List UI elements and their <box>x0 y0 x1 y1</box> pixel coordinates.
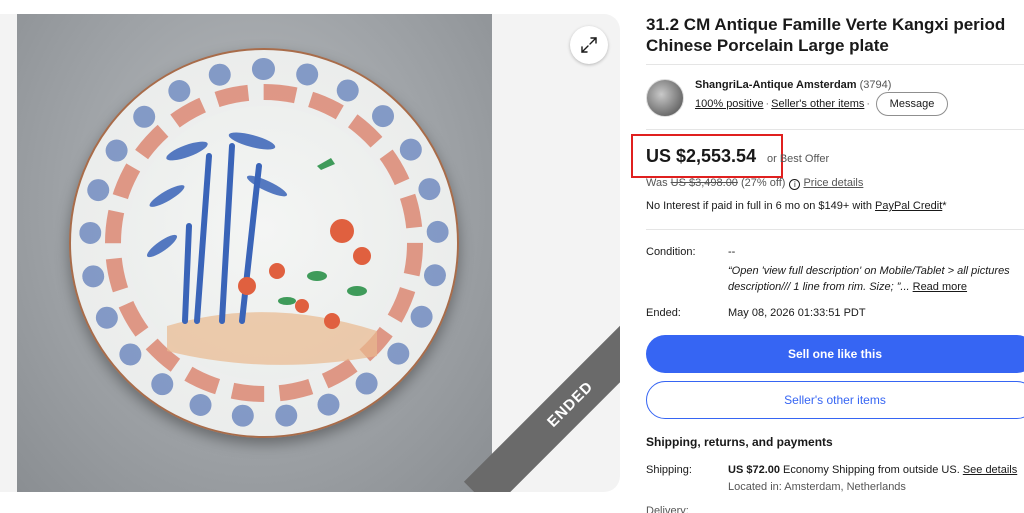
read-more-link[interactable]: Read more <box>913 281 967 293</box>
credit-text: No Interest if paid in full in 6 mo on $… <box>646 200 872 212</box>
shipping-value: US $72.00 Economy Shipping from outside … <box>728 464 1017 476</box>
positive-feedback-link[interactable]: 100% positive <box>695 98 764 110</box>
seller-feedback-count: (3794) <box>859 79 892 91</box>
shipping-label: Shipping: <box>646 464 692 476</box>
was-prefix: Was <box>646 177 668 189</box>
was-price: US $3,498.00 <box>670 177 738 189</box>
seller-links: 100% positive · Seller's other items · <box>695 98 871 110</box>
product-photo[interactable] <box>17 14 492 492</box>
discount: (27% off) <box>741 177 786 189</box>
shipping-method: Economy Shipping from outside US. <box>783 464 960 476</box>
best-offer-label: or Best Offer <box>767 153 830 165</box>
expand-icon <box>581 37 597 53</box>
seller-avatar[interactable] <box>646 79 684 117</box>
seller-info: ShangriLa-Antique Amsterdam (3794) <box>695 79 891 91</box>
price: US $2,553.54 <box>646 146 757 166</box>
ended-value: May 08, 2026 01:33:51 PDT <box>728 307 866 319</box>
divider <box>646 129 1024 130</box>
sell-one-like-this-button[interactable]: Sell one like this <box>646 335 1024 373</box>
shipping-price: US $72.00 <box>728 464 780 476</box>
expand-image-button[interactable] <box>570 26 608 64</box>
seller-other-items-link[interactable]: Seller's other items <box>771 98 864 110</box>
was-price-line: Was US $3,498.00 (27% off) i Price details <box>646 177 863 190</box>
condition-value: -- <box>728 246 736 258</box>
divider <box>646 229 1024 230</box>
delivery-label: Delivery: <box>646 505 689 513</box>
seller-other-items-button[interactable]: Seller's other items <box>646 381 1024 419</box>
divider <box>646 64 1024 65</box>
shipping-heading: Shipping, returns, and payments <box>646 435 833 449</box>
plate-decoration <box>146 132 377 365</box>
paypal-credit-link[interactable]: PayPal Credit <box>875 200 942 212</box>
message-button[interactable]: Message <box>876 92 948 116</box>
credit-suffix: * <box>942 200 947 212</box>
condition-label: Condition: <box>646 246 696 258</box>
condition-description: “Open 'view full description' on Mobile/… <box>728 263 1024 295</box>
image-gallery: ENDED <box>0 14 620 492</box>
credit-line: No Interest if paid in full in 6 mo on $… <box>646 200 947 212</box>
price-details-link[interactable]: Price details <box>803 177 863 189</box>
seller-name[interactable]: ShangriLa-Antique Amsterdam <box>695 79 857 91</box>
listing-title: 31.2 CM Antique Famille Verte Kangxi per… <box>646 15 1006 55</box>
shipping-details-link[interactable]: See details <box>963 464 1017 476</box>
condition-quote: “Open 'view full description' on Mobile/… <box>728 265 1010 293</box>
item-location: Located in: Amsterdam, Netherlands <box>728 481 906 493</box>
info-icon[interactable]: i <box>789 179 801 190</box>
ended-label: Ended: <box>646 307 681 319</box>
